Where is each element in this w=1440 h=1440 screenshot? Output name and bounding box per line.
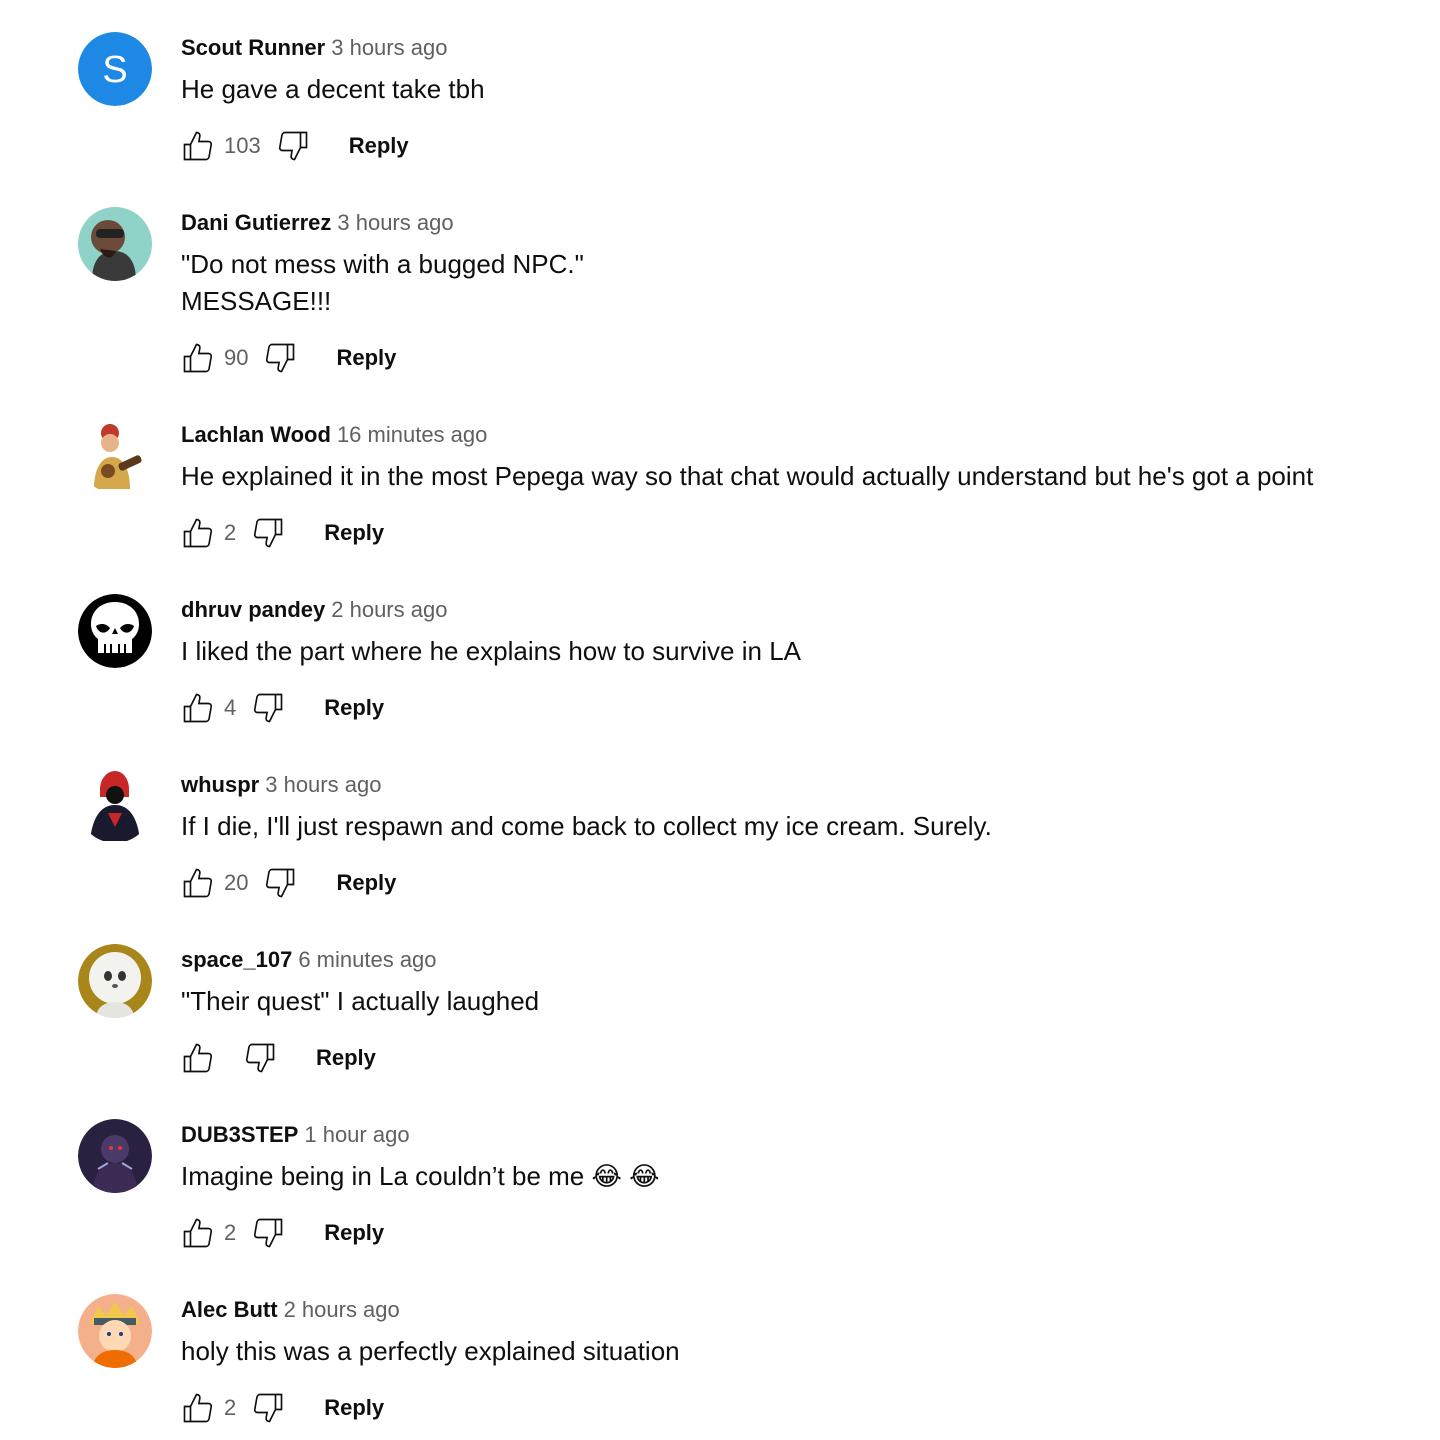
dislike-button[interactable] xyxy=(240,1038,280,1078)
thumbs-down-icon xyxy=(254,1393,283,1423)
comment-header: space_107 6 minutes ago xyxy=(181,946,437,977)
thumbs-down-icon xyxy=(245,1043,275,1073)
reply-button[interactable]: Reply xyxy=(316,1045,376,1071)
thumbs-up-icon xyxy=(183,693,213,723)
comment-header: Dani Gutierrez 3 hours ago xyxy=(181,209,454,240)
dislike-button[interactable] xyxy=(260,338,300,378)
comment-actions: 103 Reply xyxy=(178,126,409,166)
like-count: 2 xyxy=(224,1395,237,1420)
author-name[interactable]: dhruv pandey xyxy=(181,597,325,622)
thumbs-down-icon xyxy=(278,131,308,161)
reply-button[interactable]: Reply xyxy=(336,870,396,896)
timestamp[interactable]: 3 hours ago xyxy=(265,772,381,797)
avatar[interactable] xyxy=(78,1294,152,1368)
author-name[interactable]: Scout Runner xyxy=(181,35,325,60)
timestamp[interactable]: 6 minutes ago xyxy=(298,947,436,972)
like-button[interactable] xyxy=(178,1213,218,1253)
author-name[interactable]: space_107 xyxy=(181,947,292,972)
like-count: 2 xyxy=(224,1220,237,1245)
like-button[interactable] xyxy=(178,338,218,378)
dislike-button[interactable] xyxy=(248,688,288,728)
author-name[interactable]: Dani Gutierrez xyxy=(181,210,331,235)
timestamp[interactable]: 2 hours ago xyxy=(331,597,447,622)
comment-text: He explained it in the most Pepega way s… xyxy=(181,461,1314,491)
avatar[interactable] xyxy=(78,769,152,843)
reply-button[interactable]: Reply xyxy=(324,520,384,546)
comment-text: If I die, I'll just respawn and come bac… xyxy=(181,811,992,841)
dislike-button[interactable] xyxy=(273,126,313,166)
author-name[interactable]: Lachlan Wood xyxy=(181,422,331,447)
reply-button[interactable]: Reply xyxy=(324,1395,384,1421)
comment-text: "Do not mess with a bugged NPC." MESSAGE… xyxy=(181,249,584,316)
thumbs-down-icon xyxy=(254,1218,283,1248)
like-button[interactable] xyxy=(178,1038,218,1078)
avatar[interactable]: S xyxy=(78,32,152,106)
thumbs-up-icon xyxy=(183,1043,213,1073)
reply-button[interactable]: Reply xyxy=(324,1220,384,1246)
comment-actions: 2 Reply xyxy=(178,513,384,553)
thumbs-up-icon xyxy=(183,343,213,373)
avatar[interactable] xyxy=(78,419,152,493)
comment-header: dhruv pandey 2 hours ago xyxy=(181,596,447,627)
thumbs-up-icon xyxy=(183,1218,213,1248)
like-button[interactable] xyxy=(178,863,218,903)
thumbs-up-icon xyxy=(183,131,213,161)
thumbs-down-icon xyxy=(266,343,295,373)
avatar[interactable] xyxy=(78,207,152,281)
avatar[interactable] xyxy=(78,594,152,668)
timestamp[interactable]: 3 hours ago xyxy=(331,35,447,60)
comment-actions: 20 Reply xyxy=(178,863,396,903)
comment-actions: Reply xyxy=(178,1038,376,1078)
comment-actions: 2 Reply xyxy=(178,1213,384,1253)
avatar[interactable] xyxy=(78,944,152,1018)
timestamp[interactable]: 3 hours ago xyxy=(337,210,453,235)
comment-actions: 4 Reply xyxy=(178,688,384,728)
comment-header: DUB3STEP 1 hour ago xyxy=(181,1121,410,1152)
avatar-letter: S xyxy=(102,49,127,91)
thumbs-down-icon xyxy=(254,693,283,723)
comment-text: holy this was a perfectly explained situ… xyxy=(181,1336,680,1366)
comment-header: whuspr 3 hours ago xyxy=(181,771,381,802)
comment-header: Scout Runner 3 hours ago xyxy=(181,34,447,65)
comment-text: "Their quest" I actually laughed xyxy=(181,986,540,1016)
comment-text: He gave a decent take tbh xyxy=(181,74,485,104)
dislike-button[interactable] xyxy=(260,863,300,903)
comment-text: Imagine being in La couldn’t be me 😂 😂 xyxy=(181,1161,660,1191)
like-button[interactable] xyxy=(178,1388,218,1428)
dislike-button[interactable] xyxy=(248,513,288,553)
thumbs-down-icon xyxy=(266,868,295,898)
like-count: 90 xyxy=(224,345,249,370)
like-count: 2 xyxy=(224,520,237,545)
comment-text: I liked the part where he explains how t… xyxy=(181,636,802,666)
timestamp[interactable]: 2 hours ago xyxy=(284,1297,400,1322)
like-count: 4 xyxy=(224,695,237,720)
thumbs-down-icon xyxy=(254,518,283,548)
dislike-button[interactable] xyxy=(248,1388,288,1428)
like-count: 103 xyxy=(224,133,261,158)
thumbs-up-icon xyxy=(183,518,213,548)
author-name[interactable]: DUB3STEP xyxy=(181,1122,298,1147)
author-name[interactable]: whuspr xyxy=(181,772,259,797)
like-count: 20 xyxy=(224,870,249,895)
dislike-button[interactable] xyxy=(248,1213,288,1253)
comment-actions: 90 Reply xyxy=(178,338,396,378)
like-button[interactable] xyxy=(178,688,218,728)
like-button[interactable] xyxy=(178,513,218,553)
timestamp[interactable]: 16 minutes ago xyxy=(337,422,487,447)
reply-button[interactable]: Reply xyxy=(336,345,396,371)
reply-button[interactable]: Reply xyxy=(324,695,384,721)
timestamp[interactable]: 1 hour ago xyxy=(304,1122,409,1147)
comment-header: Lachlan Wood 16 minutes ago xyxy=(181,421,487,452)
reply-button[interactable]: Reply xyxy=(349,133,409,159)
comment-actions: 2 Reply xyxy=(178,1388,384,1428)
avatar[interactable] xyxy=(78,1119,152,1193)
thumbs-up-icon xyxy=(183,868,213,898)
author-name[interactable]: Alec Butt xyxy=(181,1297,278,1322)
thumbs-up-icon xyxy=(183,1393,213,1423)
comment-header: Alec Butt 2 hours ago xyxy=(181,1296,400,1327)
like-button[interactable] xyxy=(178,126,218,166)
